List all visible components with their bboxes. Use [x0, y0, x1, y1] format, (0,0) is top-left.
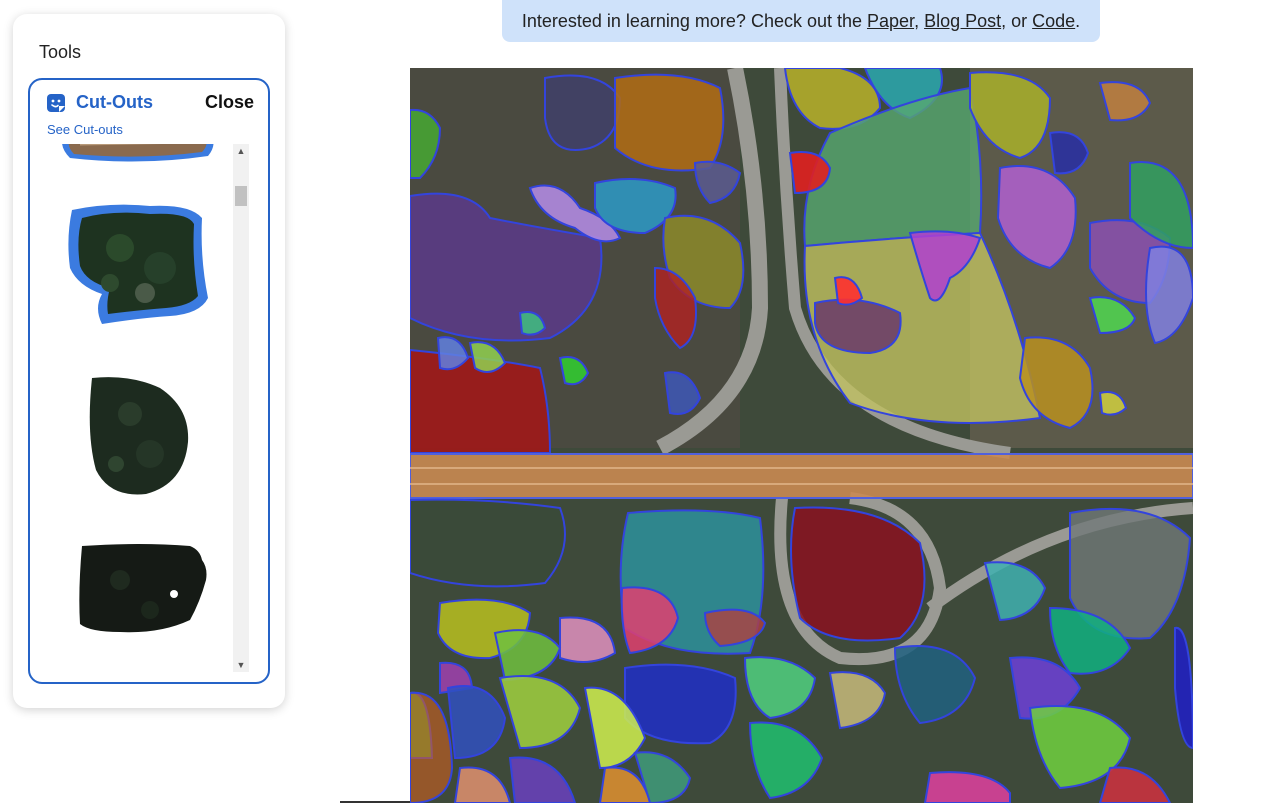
tools-title: Tools [39, 42, 82, 62]
scroll-down-arrow-icon[interactable]: ▼ [233, 658, 249, 672]
cutout-forest-block[interactable] [50, 198, 230, 338]
banner-prefix: Interested in learning more? Check out t… [521, 11, 868, 31]
blog-post-link[interactable]: Blog Post [924, 11, 1001, 31]
cutout-road-segment-image [62, 144, 214, 162]
segmented-aerial-image[interactable] [410, 68, 1193, 803]
cutout-teardrop-field-image [89, 377, 189, 495]
cutout-list[interactable] [50, 144, 230, 672]
cutout-forest-block-image [68, 204, 209, 324]
cutout-dark-field-image [79, 544, 207, 633]
cutout-scrollbar[interactable]: ▲ ▼ [233, 144, 249, 672]
paper-link[interactable]: Paper [867, 11, 914, 31]
banner-sep-2: , or [1001, 11, 1033, 31]
close-button[interactable]: Close [205, 92, 254, 113]
banner-suffix: . [1075, 11, 1081, 31]
cutouts-card-header: Cut-Outs Close [46, 92, 254, 116]
cutout-teardrop-field[interactable] [50, 374, 230, 498]
see-cutouts-link[interactable]: See Cut-outs [47, 122, 123, 137]
scroll-up-arrow-icon[interactable]: ▲ [233, 144, 249, 158]
cutout-dark-field[interactable] [50, 540, 230, 636]
segmentation-canvas [410, 68, 1193, 803]
scroll-thumb[interactable] [235, 186, 247, 206]
cutouts-card: Cut-Outs Close See Cut-outs ▲ ▼ [28, 78, 270, 684]
cutouts-title: Cut-Outs [76, 92, 153, 112]
code-link[interactable]: Code [1032, 11, 1075, 31]
cutout-road-segment[interactable] [50, 144, 230, 174]
banner-sep-1: , [914, 11, 925, 31]
sticker-icon [47, 94, 65, 112]
info-banner: Interested in learning more? Check out t… [502, 0, 1100, 42]
tools-panel: Tools Cut-Outs Close See Cut-outs ▲ ▼ [13, 14, 285, 708]
